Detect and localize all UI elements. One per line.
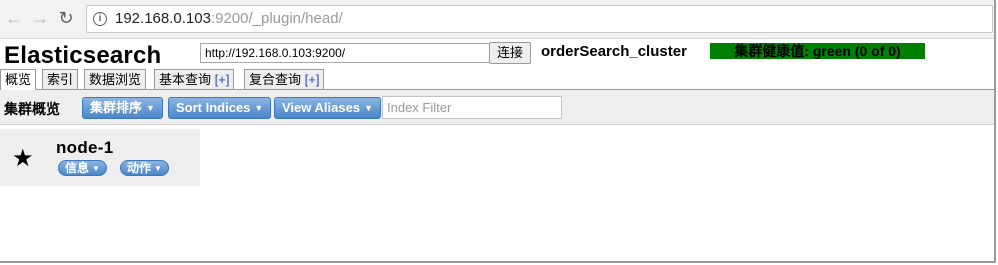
address-bar[interactable]: i 192.168.0.103:9200/_plugin/head/ (86, 5, 993, 33)
section-title: 集群概览 (4, 101, 60, 117)
button-label: Sort Indices (176, 100, 251, 115)
chevron-down-icon: ▼ (146, 103, 155, 113)
node-info-button[interactable]: 信息 ▼ (58, 160, 107, 176)
button-label: View Aliases (282, 100, 361, 115)
url-text: 192.168.0.103:9200/_plugin/head/ (115, 6, 343, 32)
reload-icon[interactable]: ↻ (56, 8, 76, 28)
star-icon: ★ (12, 145, 34, 172)
tab-label: 索引 (47, 72, 74, 87)
button-label: 信息 (65, 161, 90, 175)
chevron-down-icon: ▼ (92, 164, 100, 173)
tab-overview[interactable]: 概览 (0, 69, 37, 90)
chevron-down-icon: ▼ (154, 164, 162, 173)
app-header: Elasticsearch 连接 orderSearch_cluster 集群健… (0, 39, 994, 69)
sort-indices-button[interactable]: Sort Indices ▼ (168, 97, 272, 119)
connect-button[interactable]: 连接 (489, 42, 531, 64)
tab-basic-query[interactable]: 基本查询 [+] (154, 69, 235, 89)
cluster-health-badge: 集群健康值: green (0 of 0) (710, 43, 925, 59)
tab-compound-query[interactable]: 复合查询 [+] (244, 69, 325, 89)
tab-label: 数据浏览 (89, 72, 142, 87)
browser-toolbar: ← → ↻ i 192.168.0.103:9200/_plugin/head/ (0, 0, 994, 39)
button-label: 集群排序 (90, 100, 143, 115)
view-aliases-button[interactable]: View Aliases ▼ (274, 97, 381, 119)
tab-bar: 概览 索引 数据浏览 基本查询 [+] 复合查询 [+] (0, 69, 994, 90)
url-path: :9200/_plugin/head/ (210, 10, 343, 27)
info-icon[interactable]: i (93, 12, 107, 26)
tab-add-link[interactable]: [+] (305, 72, 320, 87)
tab-label: 概览 (5, 72, 32, 87)
tab-label: 基本查询 (159, 72, 212, 87)
tab-browser[interactable]: 数据浏览 (84, 69, 147, 89)
back-icon[interactable]: ← (4, 8, 24, 28)
chevron-down-icon: ▼ (364, 103, 373, 113)
chevron-down-icon: ▼ (254, 103, 264, 113)
browser-window: ← → ↻ i 192.168.0.103:9200/_plugin/head/… (0, 0, 996, 263)
forward-icon[interactable]: → (30, 8, 50, 28)
node-card: ★ node-1 信息 ▼ 动作 ▼ (0, 129, 200, 186)
overview-toolbar: 集群概览 集群排序 ▼ Sort Indices ▼ View Aliases ▼ (0, 90, 994, 125)
cluster-name: orderSearch_cluster (541, 43, 687, 60)
tab-label: 复合查询 (249, 72, 302, 87)
tab-indices[interactable]: 索引 (42, 69, 79, 89)
index-filter-input[interactable] (382, 96, 562, 119)
cluster-url-input[interactable] (200, 43, 494, 63)
url-host: 192.168.0.103 (115, 10, 211, 27)
sort-cluster-button[interactable]: 集群排序 ▼ (82, 97, 163, 119)
button-label: 动作 (127, 161, 152, 175)
tab-add-link[interactable]: [+] (215, 72, 230, 87)
app-title: Elasticsearch (4, 42, 162, 69)
node-actions-button[interactable]: 动作 ▼ (120, 160, 169, 176)
node-name: node-1 (56, 138, 114, 157)
